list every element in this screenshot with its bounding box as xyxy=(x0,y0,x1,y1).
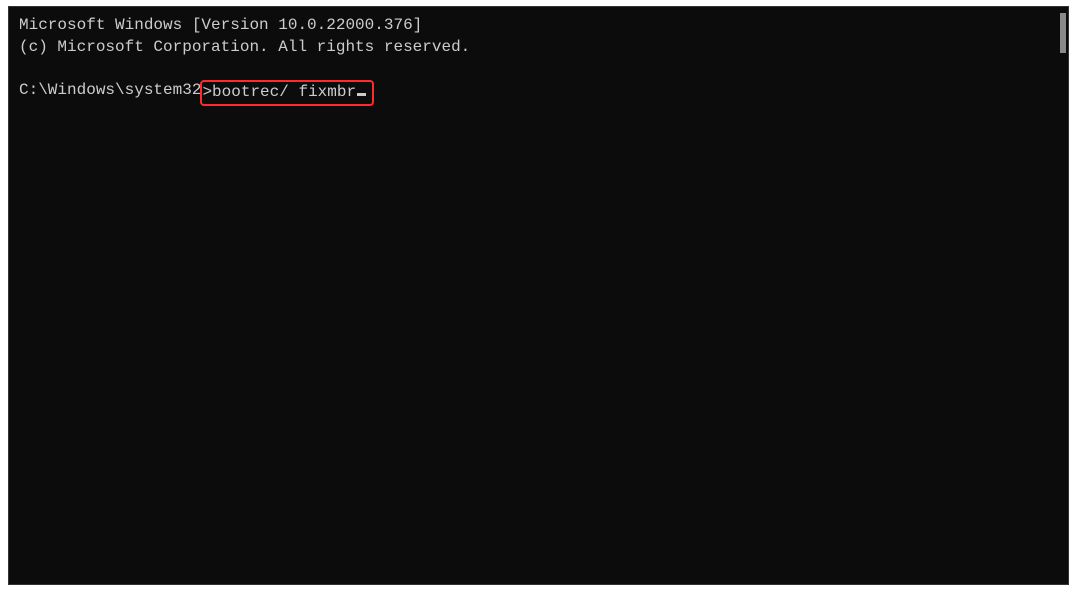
copyright-line: (c) Microsoft Corporation. All rights re… xyxy=(19,37,1058,59)
blank-line xyxy=(19,58,1058,80)
version-line: Microsoft Windows [Version 10.0.22000.37… xyxy=(19,15,1058,37)
command-highlight-box: >bootrec/ fixmbr xyxy=(200,80,374,107)
command-input[interactable]: bootrec/ fixmbr xyxy=(212,82,356,104)
command-prompt-window[interactable]: Microsoft Windows [Version 10.0.22000.37… xyxy=(8,6,1069,585)
prompt-symbol: > xyxy=(202,82,212,104)
scrollbar-thumb[interactable] xyxy=(1060,13,1066,53)
text-cursor-icon xyxy=(357,93,366,96)
prompt-path: C:\Windows\system32 xyxy=(19,80,201,102)
scrollbar-track[interactable] xyxy=(1054,7,1068,584)
prompt-line[interactable]: C:\Windows\system32>bootrec/ fixmbr xyxy=(19,80,1058,107)
